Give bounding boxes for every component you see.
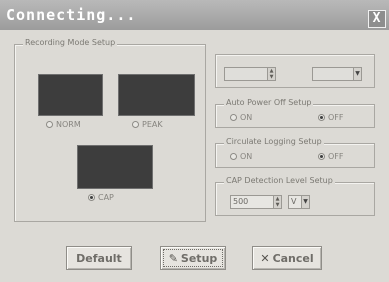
radio-peak[interactable]: PEAK [132,120,163,129]
cap-level-spinner[interactable]: ▲ ▼ [273,195,282,209]
connecting-dialog: Connecting... X Recording Mode Setup NOR… [0,0,389,282]
auto-power-off-off-label: OFF [328,113,344,122]
auto-power-off-on[interactable]: ON [230,113,252,122]
spin-down-icon: ▼ [269,74,274,80]
default-button[interactable]: Default [66,246,132,270]
pencil-icon: ✎ [168,251,178,265]
setup-button-label: Setup [180,251,218,265]
cap-detection-group: CAP Detection Level Setup 500 ▲ ▼ V ▼ [215,176,375,216]
samprate-unit-dropdown-icon[interactable]: ▼ [353,67,362,81]
auto-power-off-group: Auto Power Off Setup ON OFF [215,98,375,128]
default-button-label: Default [76,251,122,265]
title-bar: Connecting... X [0,0,389,30]
cancel-button[interactable]: ✕ Cancel [252,246,322,270]
close-icon: X [372,11,382,26]
cancel-button-label: Cancel [272,251,314,265]
cap-detection-title: CAP Detection Level Setup [224,176,335,185]
radio-norm-dot [46,121,53,128]
recording-mode-group: Recording Mode Setup NORM PEAK CAP [14,38,206,222]
radio-cap[interactable]: CAP [88,193,114,202]
norm-display [38,74,103,116]
samprate-spinner[interactable]: ▲ ▼ [267,67,276,81]
radio-cap-dot [88,194,95,201]
spin-down-icon: ▼ [275,202,280,208]
circulate-logging-title: Circulate Logging Setup [224,137,324,146]
cap-level-value: 500 [233,197,249,206]
radio-peak-dot [132,121,139,128]
cap-unit-select[interactable]: V [288,195,302,209]
circulate-logging-off[interactable]: OFF [318,152,344,161]
auto-power-off-off[interactable]: OFF [318,113,344,122]
samprate-group: ▲ ▼ ▼ [215,54,375,88]
samprate-input[interactable] [224,67,268,81]
radio-norm-label: NORM [56,120,81,129]
auto-power-off-on-dot [230,114,237,121]
circulate-logging-on-label: ON [240,152,253,161]
radio-cap-label: CAP [98,193,114,202]
circulate-logging-on[interactable]: ON [230,152,252,161]
circulate-logging-group: Circulate Logging Setup ON OFF [215,137,375,168]
auto-power-off-on-label: ON [240,113,253,122]
cap-unit-dropdown-icon[interactable]: ▼ [301,195,310,209]
circulate-logging-off-label: OFF [328,152,344,161]
auto-power-off-off-dot [318,114,325,121]
radio-norm[interactable]: NORM [46,120,81,129]
close-button[interactable]: X [368,10,386,28]
auto-power-off-title: Auto Power Off Setup [224,98,314,107]
circulate-logging-on-dot [230,153,237,160]
cap-level-input[interactable]: 500 [230,195,274,209]
peak-display [118,74,195,116]
cross-icon: ✕ [260,251,270,265]
window-title: Connecting... [6,6,137,24]
recording-mode-title: Recording Mode Setup [23,38,118,47]
circulate-logging-off-dot [318,153,325,160]
setup-button[interactable]: ✎ Setup [160,246,226,270]
samprate-unit-select[interactable] [312,67,354,81]
cap-display [77,145,153,189]
cap-unit-value: V [291,197,297,206]
radio-peak-label: PEAK [142,120,163,129]
